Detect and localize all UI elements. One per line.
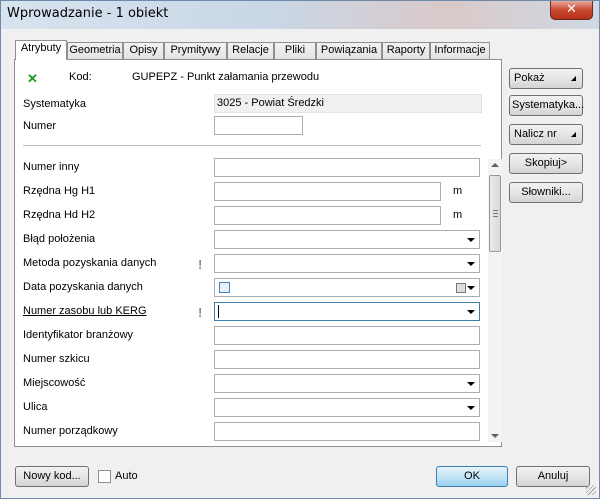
miejscowosc-label: Miejscowość (23, 377, 86, 389)
numer-field[interactable] (214, 116, 303, 135)
rzedna-hg-label: Rzędna Hg H1 (23, 185, 96, 197)
metoda-combo[interactable] (214, 254, 480, 273)
auto-checkbox[interactable] (98, 470, 111, 483)
numer-porzadkowy-field[interactable] (214, 422, 480, 441)
systematyka-label: Systematyka (23, 98, 86, 110)
identyfikator-field[interactable] (214, 326, 480, 345)
data-pozyskania-picker[interactable] (214, 278, 480, 297)
numer-porzadkowy-label: Numer porządkowy (23, 425, 118, 437)
scrollbar[interactable] (488, 159, 502, 442)
resize-grip[interactable] (586, 485, 596, 495)
scroll-thumb[interactable] (489, 175, 501, 252)
text-cursor (218, 305, 219, 318)
rzedna-hd-unit: m (453, 209, 463, 221)
slowniki-button[interactable]: Słowniki... (509, 182, 583, 203)
grip-line (493, 216, 498, 217)
numer-szkicu-field[interactable] (214, 350, 480, 369)
numer-inny-field[interactable] (214, 158, 480, 177)
pokaz-button[interactable]: Pokaż (509, 68, 583, 89)
blad-polozenia-combo[interactable] (214, 230, 480, 249)
calendar-icon[interactable] (456, 283, 466, 293)
pokaz-label: Pokaż (514, 72, 545, 84)
numer-inny-label: Numer inny (23, 161, 80, 173)
tab-powiazania[interactable]: Powiązania (316, 42, 382, 59)
chevron-down-icon[interactable] (467, 286, 475, 290)
rzedna-hd-label: Rzędna Hd H2 (23, 209, 96, 221)
nalicz-nr-label: Nalicz nr (514, 128, 557, 140)
grip-line (493, 210, 498, 211)
ulica-label: Ulica (23, 401, 48, 413)
checkbox-icon[interactable] (219, 282, 230, 293)
tab-informacje[interactable]: Informacje (430, 42, 490, 59)
identyfikator-label: Identyfikator branżowy (23, 329, 134, 341)
systematyka-value: 3025 - Powiat Średzki (214, 94, 482, 113)
skopiuj-button[interactable]: Skopiuj> (509, 153, 583, 174)
scroll-up-icon[interactable] (491, 163, 499, 167)
kod-value: GUPEPZ - Punkt załamania przewodu (132, 71, 320, 83)
numer-label: Numer (23, 120, 57, 132)
numer-szkicu-label: Numer szkicu (23, 353, 90, 365)
numer-zasobu-label: Numer zasobu lub KERG (23, 305, 147, 317)
auto-label: Auto (115, 470, 138, 482)
chevron-down-icon[interactable] (467, 406, 475, 410)
close-button[interactable]: ✕ (550, 1, 593, 20)
tab-opisy[interactable]: Opisy (123, 42, 164, 59)
metoda-label: Metoda pozyskania danych (23, 257, 157, 269)
blad-polozenia-label: Błąd położenia (23, 233, 96, 245)
nalicz-nr-button[interactable]: Nalicz nr (509, 124, 583, 145)
dialog-window: Wprowadzanie - 1 obiekt ✕ Atrybuty Geome… (0, 0, 600, 499)
rzedna-hg-unit: m (453, 185, 463, 197)
tab-atrybuty[interactable]: Atrybuty (15, 40, 67, 60)
chevron-down-icon[interactable] (467, 262, 475, 266)
ulica-combo[interactable] (214, 398, 480, 417)
rzedna-hd-field[interactable] (214, 206, 441, 225)
rzedna-hg-field[interactable] (214, 182, 441, 201)
green-x-icon: ✕ (27, 71, 38, 86)
tab-geometria[interactable]: Geometria (67, 42, 123, 59)
tab-prymitywy[interactable]: Prymitywy (164, 42, 227, 59)
miejscowosc-combo[interactable] (214, 374, 480, 393)
data-pozyskania-label: Data pozyskania danych (23, 281, 143, 293)
separator (23, 145, 481, 146)
tab-relacje[interactable]: Relacje (227, 42, 274, 59)
attributes-panel: ✕ Kod: GUPEPZ - Punkt załamania przewodu… (14, 59, 502, 447)
scroll-down-icon[interactable] (491, 434, 499, 438)
required-icon: ! (198, 305, 203, 320)
dropdown-arrow-icon (566, 76, 576, 81)
nowy-kod-button[interactable]: Nowy kod... (15, 466, 89, 487)
required-icon: ! (198, 257, 203, 272)
dropdown-arrow-icon (566, 132, 576, 137)
tab-pliki[interactable]: Pliki (274, 42, 316, 59)
kod-label: Kod: (69, 71, 92, 83)
chevron-down-icon[interactable] (467, 238, 475, 242)
title-bar[interactable]: Wprowadzanie - 1 obiekt ✕ (1, 1, 599, 29)
systematyka-button[interactable]: Systematyka... (509, 95, 584, 116)
grip-line (493, 213, 498, 214)
chevron-down-icon[interactable] (467, 382, 475, 386)
window-title: Wprowadzanie - 1 obiekt (7, 6, 169, 21)
chevron-down-icon[interactable] (467, 310, 475, 314)
anuluj-button[interactable]: Anuluj (516, 466, 590, 487)
numer-zasobu-combo[interactable] (214, 302, 480, 321)
tab-raporty[interactable]: Raporty (382, 42, 430, 59)
ok-button[interactable]: OK (436, 466, 508, 487)
